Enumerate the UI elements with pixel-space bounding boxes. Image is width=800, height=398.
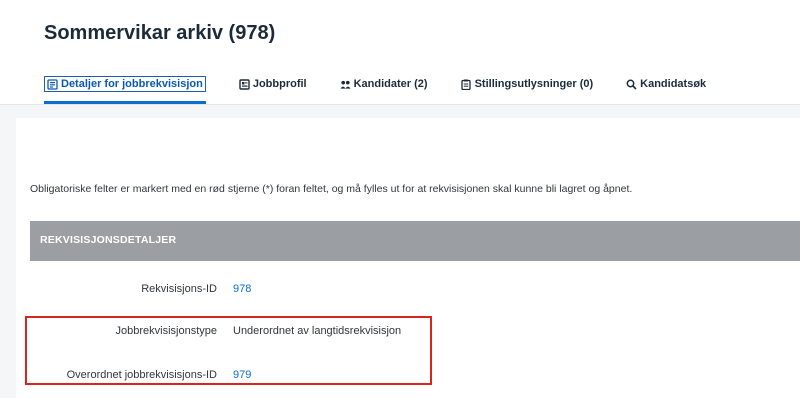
details-icon [47,78,58,90]
tab-candidates-label: Kandidater (2) [353,78,428,90]
section-header: REKVISISJONSDETALJER [30,221,800,261]
field-row-requisition-id: Rekvisisjons-ID 978 [30,283,800,303]
tab-candidate-search-label: Kandidatsøk [640,78,707,90]
tab-postings-label: Stillingsutlysninger (0) [474,78,594,90]
tab-job-profile[interactable]: Jobbprofil [239,74,307,94]
tab-details[interactable]: Detaljer for jobbrekvisisjon [44,74,206,104]
tab-details-label: Detaljer for jobbrekvisisjon [61,78,203,90]
tab-bar: Detaljer for jobbrekvisisjon Jobbprofil … [44,74,739,104]
field-value: 978 [233,283,252,295]
page-title: Sommervikar arkiv (978) [44,22,276,44]
page-header: Sommervikar arkiv (978) Detaljer for job… [0,0,800,105]
tab-candidates[interactable]: Kandidater (2) [340,74,428,94]
tab-candidate-search[interactable]: Kandidatsøk [626,74,706,94]
clipboard-icon [460,79,472,90]
tab-job-profile-label: Jobbprofil [252,78,307,90]
tab-postings[interactable]: Stillingsutlysninger (0) [460,74,594,94]
profile-icon [239,78,250,90]
highlight-box [25,316,432,385]
candidates-icon [340,79,351,90]
search-icon [626,79,637,90]
required-fields-notice: Obligatoriske felter er markert med en r… [30,183,633,195]
field-label: Rekvisisjons-ID [141,283,217,295]
section-title: REKVISISJONSDETALJER [40,234,177,246]
